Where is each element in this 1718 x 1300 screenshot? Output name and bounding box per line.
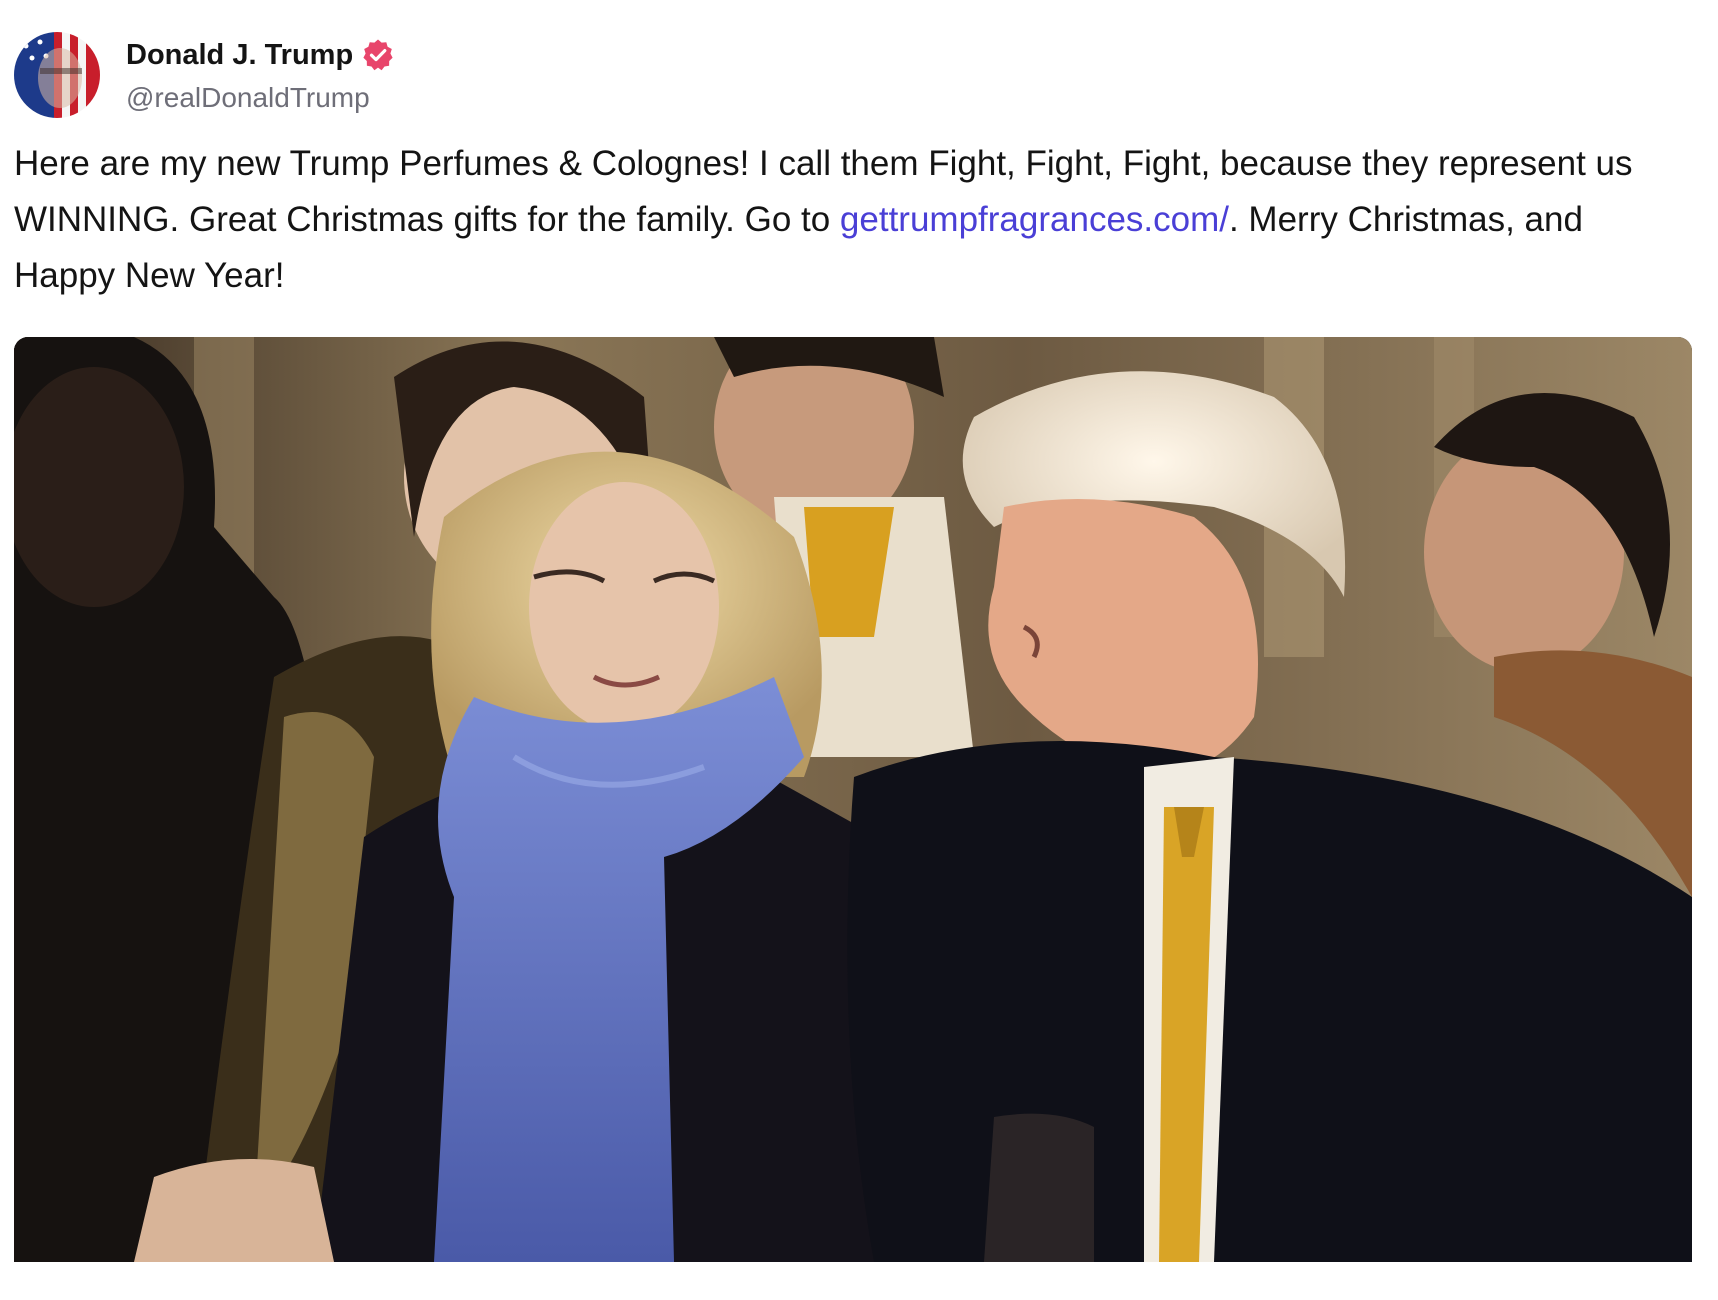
post-text: Here are my new Trump Perfumes & Cologne… (14, 136, 1674, 304)
post-header: Donald J. Trump @realDonaldTrump (14, 32, 395, 118)
post-card: Donald J. Trump @realDonaldTrump Here ar… (0, 0, 1718, 1300)
flag-portrait-icon (14, 32, 100, 118)
author-identity: Donald J. Trump @realDonaldTrump (126, 32, 395, 114)
post-link[interactable]: gettrumpfragrances.com/ (840, 200, 1229, 239)
post-photo[interactable] (14, 337, 1692, 1262)
display-name[interactable]: Donald J. Trump (126, 39, 353, 72)
name-row: Donald J. Trump (126, 38, 395, 72)
avatar[interactable] (14, 32, 100, 118)
photo-image (14, 337, 1692, 1262)
verified-badge-icon (361, 38, 395, 72)
user-handle[interactable]: @realDonaldTrump (126, 82, 395, 114)
